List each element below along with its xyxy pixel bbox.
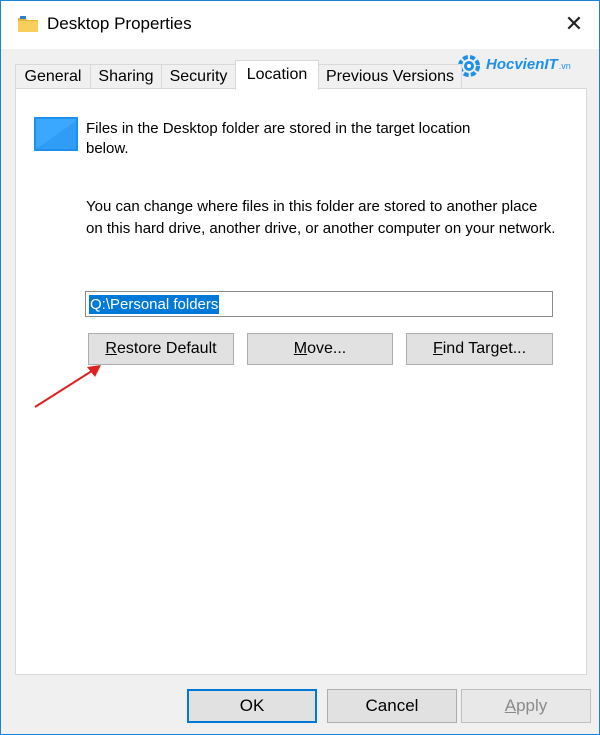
tab-sharing[interactable]: Sharing — [90, 64, 162, 89]
move-accelerator: M — [293, 340, 308, 357]
tab-location[interactable]: Location — [235, 60, 319, 90]
location-description: You can change where files in this folde… — [86, 198, 556, 237]
find-target-button[interactable]: Find Target... — [406, 333, 553, 365]
move-label: ove... — [307, 340, 347, 357]
window-title: Desktop Properties — [47, 14, 192, 33]
close-button[interactable]: ✕ — [563, 11, 585, 37]
desktop-folder-icon — [34, 117, 78, 151]
watermark-text: HocvienIT.vn — [486, 56, 571, 73]
ok-button[interactable]: OK — [187, 689, 317, 723]
location-info-text: Files in the Desktop folder are stored i… — [86, 120, 471, 157]
watermark-brand: HocvienIT — [486, 56, 558, 73]
move-button[interactable]: Move... — [247, 333, 393, 365]
red-arrow-icon — [34, 365, 101, 408]
apply-accelerator: A — [504, 696, 517, 715]
target-path-value: Q:\Personal folders — [89, 295, 220, 314]
restore-accelerator: R — [105, 340, 117, 357]
tab-previous-versions[interactable]: Previous Versions — [318, 64, 462, 89]
find-label: ind Target... — [442, 340, 527, 357]
find-accelerator: F — [432, 340, 443, 357]
cancel-button[interactable]: Cancel — [327, 689, 457, 723]
apply-button[interactable]: Apply — [461, 689, 591, 723]
target-path-input[interactable]: Q:\Personal folders — [85, 291, 553, 317]
restore-default-button[interactable]: Restore Default — [88, 333, 234, 365]
restore-label: estore Default — [116, 340, 217, 357]
folder-icon — [18, 16, 38, 32]
apply-label: pply — [516, 696, 548, 715]
title-bar: Desktop Properties ✕ — [1, 1, 599, 49]
properties-window: Desktop Properties ✕ HocvienIT.vn Genera… — [0, 0, 600, 735]
tab-general[interactable]: General — [15, 64, 91, 89]
tab-security[interactable]: Security — [161, 64, 236, 89]
watermark-suffix: .vn — [558, 61, 571, 71]
